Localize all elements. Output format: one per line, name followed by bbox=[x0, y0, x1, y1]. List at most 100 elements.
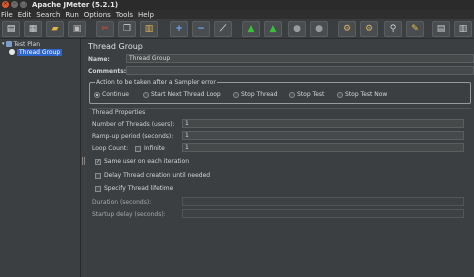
name-field[interactable]: Thread Group bbox=[126, 54, 474, 63]
radio-indicator[interactable] bbox=[94, 91, 100, 98]
search-button[interactable]: ⚲ bbox=[384, 21, 402, 37]
window-title: Apache JMeter (5.2.1) bbox=[32, 1, 119, 9]
test-plan-icon bbox=[5, 41, 12, 47]
radio-label: Continue bbox=[102, 91, 129, 98]
duration-field[interactable] bbox=[182, 197, 464, 206]
start-icon: ▲ bbox=[247, 24, 255, 34]
open-icon: ▰ bbox=[51, 24, 59, 34]
maximize-window-button[interactable]: □ bbox=[20, 1, 27, 8]
cut-icon: ✂ bbox=[101, 24, 109, 34]
radio-start-next-thread-loop[interactable]: Start Next Thread Loop bbox=[143, 91, 221, 98]
sampler-error-legend: Action to be taken after a Sampler error bbox=[95, 79, 217, 86]
checkbox-indicator[interactable] bbox=[135, 145, 141, 152]
same-user-checkbox[interactable]: ✓ Same user on each iteration bbox=[95, 158, 189, 165]
radio-indicator[interactable] bbox=[337, 91, 343, 98]
menu-run[interactable]: Run bbox=[65, 11, 78, 19]
copy-button[interactable]: ❐ bbox=[118, 21, 136, 37]
radio-label: Start Next Thread Loop bbox=[151, 91, 221, 98]
copy-icon: ❐ bbox=[122, 24, 132, 34]
close-window-button[interactable]: × bbox=[2, 1, 9, 8]
stop-icon: ● bbox=[293, 24, 301, 34]
tree-item-test-plan[interactable]: ▾ Test Plan bbox=[2, 40, 40, 48]
thread-group-icon bbox=[9, 49, 15, 55]
collapse-icon: − bbox=[197, 24, 205, 34]
shutdown-button[interactable]: ● bbox=[310, 21, 328, 37]
tree-item-thread-group[interactable]: Thread Group bbox=[9, 48, 63, 56]
radio-stop-thread[interactable]: Stop Thread bbox=[233, 91, 278, 98]
panel-title: Thread Group bbox=[88, 42, 143, 51]
delay-thread-creation-checkbox[interactable]: Delay Thread creation until needed bbox=[95, 172, 210, 179]
search-icon: ⚲ bbox=[389, 24, 397, 34]
toggle-icon: ⟋ bbox=[219, 24, 227, 34]
shutdown-icon: ● bbox=[315, 24, 323, 34]
toggle-button[interactable]: ⟋ bbox=[214, 21, 232, 37]
start-no-pauses-button[interactable]: ▲ bbox=[264, 21, 282, 37]
checkbox-label: Delay Thread creation until needed bbox=[104, 172, 211, 179]
num-threads-field[interactable]: 1 bbox=[182, 119, 464, 128]
stop-button[interactable]: ● bbox=[288, 21, 306, 37]
function-helper-button[interactable]: ▤ bbox=[432, 21, 450, 37]
start-button[interactable]: ▲ bbox=[242, 21, 260, 37]
title-bar: × – □ Apache JMeter (5.2.1) bbox=[0, 0, 474, 10]
reset-search-button[interactable]: ✎ bbox=[406, 21, 424, 37]
radio-label: Stop Thread bbox=[241, 91, 278, 98]
expand-button[interactable]: + bbox=[170, 21, 188, 37]
clear-button[interactable]: ⚙ bbox=[338, 21, 356, 37]
radio-stop-test[interactable]: Stop Test bbox=[289, 91, 324, 98]
menu-options[interactable]: Options bbox=[84, 11, 111, 19]
test-plan-tree: ▾ Test Plan Thread Group bbox=[0, 39, 80, 277]
splitter-grip[interactable] bbox=[82, 157, 85, 165]
checkbox-indicator[interactable] bbox=[95, 185, 101, 192]
new-button[interactable]: ▤ bbox=[2, 21, 20, 37]
rampup-field[interactable]: 1 bbox=[182, 131, 464, 140]
help-icon: ▥ bbox=[458, 24, 468, 34]
save-button[interactable]: ▣ bbox=[68, 21, 86, 37]
clear-all-button[interactable]: ⚙ bbox=[360, 21, 378, 37]
radio-continue[interactable]: Continue bbox=[94, 91, 129, 98]
start-no-pauses-icon: ▲ bbox=[269, 24, 277, 34]
infinite-checkbox[interactable]: Infinite bbox=[135, 145, 165, 152]
tree-item-label: Test Plan bbox=[13, 40, 41, 48]
toolbar: ▤ ▦ ▰ ▣ ✂ ❐ ▥ + − ⟋ ▲ ▲ ● ● ⚙ ⚙ ⚲ ✎ ▤ ▥ bbox=[0, 19, 474, 39]
menu-edit[interactable]: Edit bbox=[18, 11, 32, 19]
radio-indicator[interactable] bbox=[289, 91, 295, 98]
sampler-error-action-group: Action to be taken after a Sampler error… bbox=[89, 79, 471, 104]
checkbox-indicator[interactable] bbox=[95, 172, 101, 179]
specify-thread-lifetime-checkbox[interactable]: Specify Thread lifetime bbox=[95, 185, 173, 192]
templates-icon: ▦ bbox=[28, 24, 38, 34]
menu-bar: File Edit Search Run Options Tools Help bbox=[0, 10, 474, 19]
help-button[interactable]: ▥ bbox=[454, 21, 472, 37]
cut-button[interactable]: ✂ bbox=[96, 21, 114, 37]
function-helper-icon: ▤ bbox=[436, 24, 446, 34]
menu-file[interactable]: File bbox=[1, 11, 13, 19]
comments-field[interactable] bbox=[126, 66, 474, 75]
checkbox-indicator[interactable]: ✓ bbox=[95, 158, 101, 165]
tree-item-label: Thread Group bbox=[17, 48, 63, 56]
thread-group-panel: Thread Group Name: Thread Group Comments… bbox=[86, 39, 474, 277]
menu-help[interactable]: Help bbox=[138, 11, 154, 19]
menu-tools[interactable]: Tools bbox=[116, 11, 133, 19]
reset-search-icon: ✎ bbox=[411, 24, 419, 34]
collapse-button[interactable]: − bbox=[192, 21, 210, 37]
minimize-window-button[interactable]: – bbox=[11, 1, 18, 8]
expand-arrow-icon[interactable]: ▾ bbox=[2, 41, 5, 47]
loop-count-label: Loop Count: bbox=[92, 145, 129, 152]
radio-stop-test-now[interactable]: Stop Test Now bbox=[337, 91, 387, 98]
thread-properties-heading: Thread Properties bbox=[92, 109, 146, 116]
checkbox-label: Same user on each iteration bbox=[104, 158, 190, 165]
paste-button[interactable]: ▥ bbox=[140, 21, 158, 37]
checkbox-label: Specify Thread lifetime bbox=[104, 185, 174, 192]
startup-delay-field[interactable] bbox=[182, 209, 464, 218]
radio-indicator[interactable] bbox=[143, 91, 149, 98]
save-icon: ▣ bbox=[72, 24, 82, 34]
templates-button[interactable]: ▦ bbox=[24, 21, 42, 37]
num-threads-label: Number of Threads (users): bbox=[92, 121, 175, 128]
menu-search[interactable]: Search bbox=[36, 11, 60, 19]
rampup-label: Ramp-up period (seconds): bbox=[92, 133, 174, 140]
new-icon: ▤ bbox=[6, 24, 16, 34]
radio-indicator[interactable] bbox=[233, 91, 239, 98]
open-button[interactable]: ▰ bbox=[46, 21, 64, 37]
clear-all-icon: ⚙ bbox=[364, 24, 374, 34]
radio-label: Stop Test Now bbox=[345, 91, 388, 98]
loop-count-field[interactable]: 1 bbox=[182, 143, 464, 152]
